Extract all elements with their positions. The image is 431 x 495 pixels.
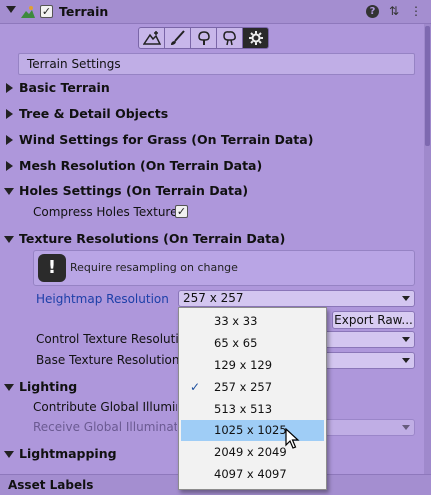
section-label: Lighting — [19, 379, 78, 394]
section-holes-settings[interactable]: Holes Settings (On Terrain Data) — [0, 181, 248, 201]
popup-option[interactable]: 513 x 513 — [181, 399, 324, 420]
section-lighting[interactable]: Lighting — [0, 377, 77, 397]
section-wind-settings[interactable]: Wind Settings for Grass (On Terrain Data… — [0, 130, 313, 150]
section-lightmapping[interactable]: Lightmapping — [0, 444, 117, 464]
paint-trees-icon — [197, 31, 210, 45]
section-label: Mesh Resolution (On Terrain Data) — [19, 158, 263, 173]
warning-icon: ! — [38, 254, 66, 282]
foldout-expanded-icon — [4, 236, 14, 243]
foldout-collapsed-icon — [6, 161, 13, 171]
section-label: Basic Terrain — [19, 80, 110, 95]
component-enabled-checkbox[interactable]: ✓ — [40, 5, 53, 18]
popup-option[interactable]: 65 x 65 — [181, 333, 324, 354]
raise-lower-terrain-icon — [142, 31, 161, 45]
terrain-component-icon — [21, 6, 35, 18]
popup-option[interactable]: 4097 x 4097 — [181, 464, 324, 485]
foldout-expanded-icon — [4, 384, 14, 391]
section-label: Lightmapping — [19, 446, 117, 461]
chevron-down-icon — [402, 337, 410, 342]
popup-option[interactable]: 129 x 129 — [181, 355, 324, 376]
foldout-collapsed-icon — [6, 109, 13, 119]
component-header[interactable]: ✓ Terrain ? ⇅ ⋮ — [0, 0, 431, 24]
option-label: 65 x 65 — [214, 336, 258, 350]
tool-paint-trees[interactable] — [190, 27, 217, 49]
section-label: Tree & Detail Objects — [19, 106, 169, 121]
popup-option[interactable]: 2049 x 2049 — [181, 442, 324, 463]
foldout-collapsed-icon — [6, 83, 13, 93]
paint-texture-icon — [170, 30, 185, 45]
tool-raise-lower[interactable] — [138, 27, 165, 49]
foldout-collapsed-icon — [6, 135, 13, 145]
component-title: Terrain — [59, 4, 109, 19]
context-menu-icon[interactable]: ⋮ — [409, 3, 423, 19]
chevron-down-icon — [402, 358, 410, 363]
inspector-scrollbar[interactable] — [424, 24, 431, 474]
mouse-cursor-icon — [285, 428, 300, 449]
section-mesh-resolution[interactable]: Mesh Resolution (On Terrain Data) — [0, 156, 262, 176]
section-texture-resolutions[interactable]: Texture Resolutions (On Terrain Data) — [0, 229, 285, 249]
compress-holes-label: Compress Holes Texture — [33, 205, 178, 219]
contribute-gi-label: Contribute Global Illumination — [33, 400, 177, 414]
paint-details-icon — [222, 31, 236, 46]
section-label: Holes Settings (On Terrain Data) — [19, 183, 249, 198]
receive-gi-label: Receive Global Illumination — [33, 420, 177, 434]
help-message: Require resampling on change — [70, 261, 238, 274]
presets-icon[interactable]: ⇅ — [387, 3, 401, 19]
compress-holes-checkbox[interactable]: ✓ — [175, 205, 188, 218]
terrain-settings-icon — [248, 31, 263, 45]
tool-paint-details[interactable] — [216, 27, 243, 49]
option-label: 129 x 129 — [214, 358, 273, 372]
header-foldout-icon[interactable] — [6, 6, 16, 13]
chevron-down-icon — [402, 425, 410, 430]
scrollbar-thumb[interactable] — [425, 26, 430, 146]
option-label: 513 x 513 — [214, 402, 273, 416]
resampling-help-box: ! Require resampling on change — [33, 250, 415, 286]
heightmap-resolution-popup: 33 x 33 65 x 65 129 x 129 ✓ 257 x 257 513… — [178, 307, 327, 490]
asset-labels-label: Asset Labels — [8, 478, 94, 492]
section-basic-terrain[interactable]: Basic Terrain — [0, 78, 110, 98]
tool-paint-texture[interactable] — [164, 27, 191, 49]
option-label: 1025 x 1025 — [214, 423, 287, 437]
option-label: 33 x 33 — [214, 314, 258, 328]
option-label: 4097 x 4097 — [214, 467, 287, 481]
heightmap-resolution-label: Heightmap Resolution — [36, 292, 169, 306]
terrain-settings-title: Terrain Settings — [18, 53, 415, 75]
heightmap-resolution-value: 257 x 257 — [183, 291, 244, 305]
base-texture-resolution-label: Base Texture Resolution — [36, 353, 178, 367]
checkmark-icon: ✓ — [190, 380, 201, 394]
popup-option-hovered[interactable]: 1025 x 1025 — [181, 420, 324, 441]
popup-option[interactable]: 33 x 33 — [181, 311, 324, 332]
option-label: 2049 x 2049 — [214, 445, 287, 459]
help-icon[interactable]: ? — [366, 5, 379, 18]
section-tree-detail[interactable]: Tree & Detail Objects — [0, 104, 168, 124]
section-label: Texture Resolutions (On Terrain Data) — [19, 231, 286, 246]
foldout-expanded-icon — [4, 188, 14, 195]
heightmap-resolution-dropdown[interactable]: 257 x 257 — [178, 290, 415, 307]
control-texture-resolution-label: Control Texture Resolution — [36, 332, 178, 346]
tool-terrain-settings[interactable] — [242, 27, 269, 49]
option-label: 257 x 257 — [214, 380, 273, 394]
chevron-down-icon — [402, 296, 410, 301]
export-raw-button[interactable]: Export Raw... — [332, 311, 415, 329]
terrain-inspector: ✓ Terrain ? ⇅ ⋮ Terrain Settings Basic T… — [0, 0, 431, 495]
popup-option-selected[interactable]: ✓ 257 x 257 — [181, 377, 324, 398]
terrain-tool-strip — [138, 27, 269, 49]
section-label: Wind Settings for Grass (On Terrain Data… — [19, 132, 314, 147]
foldout-expanded-icon — [4, 451, 14, 458]
